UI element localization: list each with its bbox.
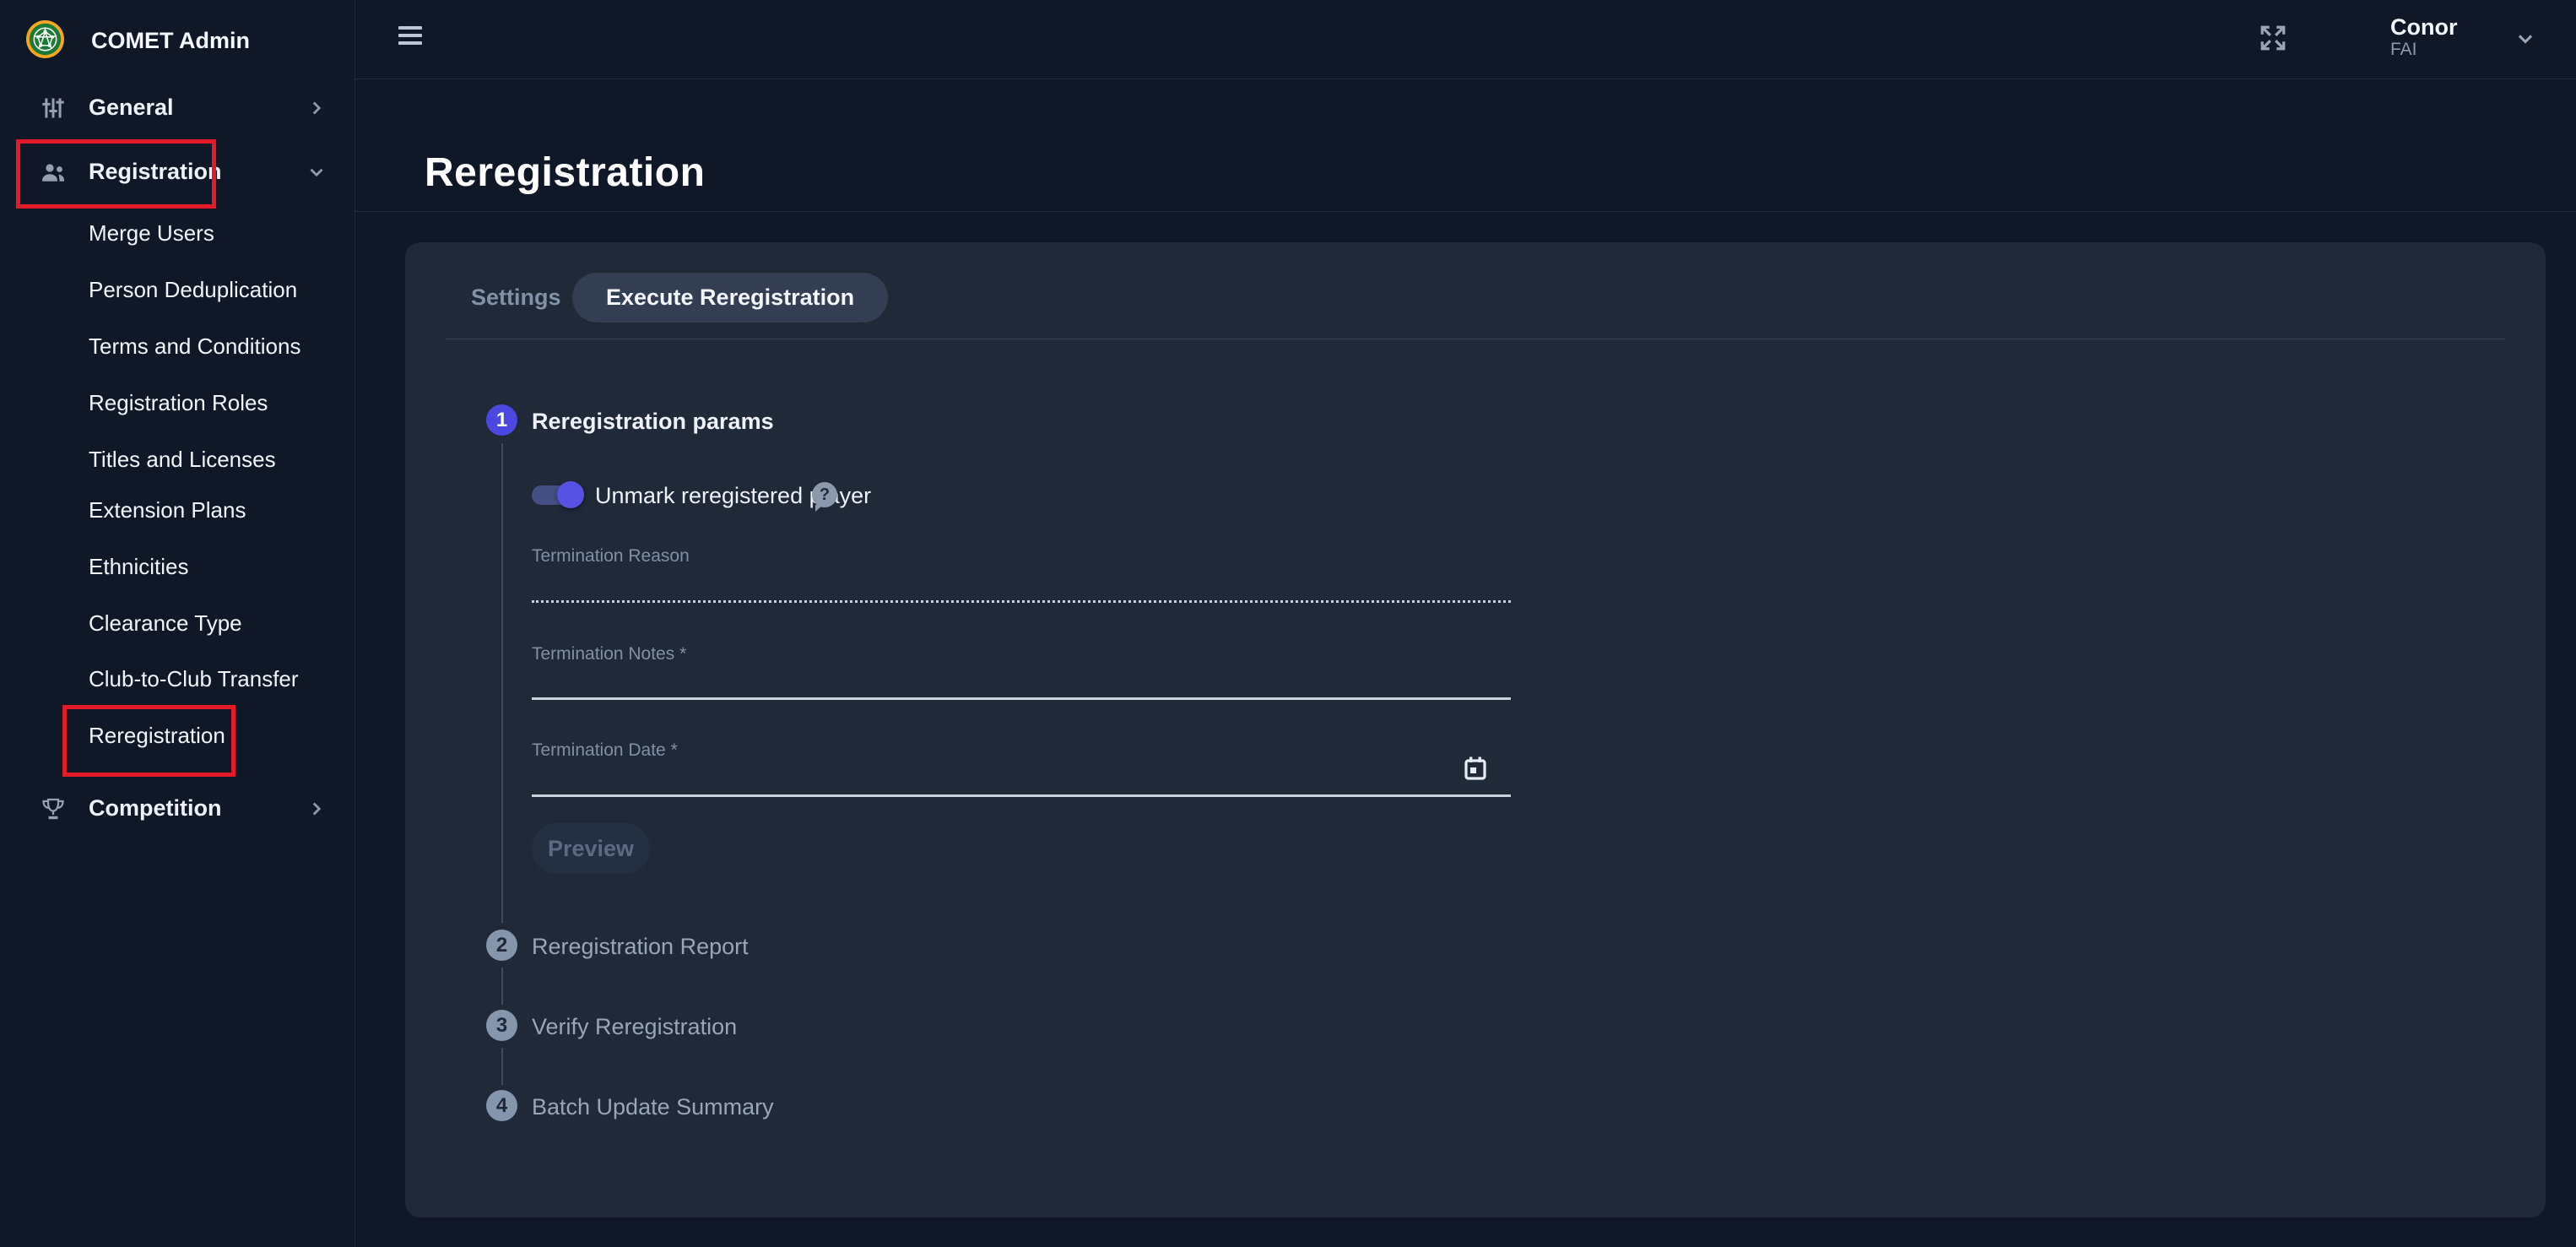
toggle-thumb bbox=[557, 481, 584, 508]
termination-date-label: Termination Date * bbox=[532, 740, 678, 761]
step-1-badge: 1 bbox=[486, 404, 517, 436]
step-2-badge: 2 bbox=[486, 930, 517, 961]
chevron-right-icon bbox=[306, 798, 327, 820]
reregistration-card: Settings Execute Reregistration 1 Reregi… bbox=[405, 242, 2546, 1217]
step-4-label: Batch Update Summary bbox=[532, 1094, 774, 1120]
chevron-right-icon bbox=[306, 97, 327, 119]
step-connector bbox=[501, 1048, 503, 1085]
brand-title: COMET Admin bbox=[91, 28, 250, 54]
step-connector bbox=[501, 968, 503, 1005]
step-2-label: Reregistration Report bbox=[532, 934, 749, 960]
user-org: FAI bbox=[2390, 40, 2457, 60]
topbar: Conor FAI bbox=[354, 0, 2576, 79]
comet-logo-icon bbox=[25, 19, 65, 59]
step-3-badge: 3 bbox=[486, 1010, 517, 1041]
sidebar-item-general[interactable]: General bbox=[0, 84, 354, 130]
termination-date-underline bbox=[532, 794, 1511, 797]
tune-icon bbox=[41, 95, 66, 121]
sidebar-item-extension-plans[interactable]: Extension Plans bbox=[0, 486, 354, 532]
termination-notes-input[interactable] bbox=[532, 666, 1514, 702]
sidebar-item-person-deduplication[interactable]: Person Deduplication bbox=[0, 266, 354, 312]
termination-notes-label: Termination Notes * bbox=[532, 644, 686, 664]
sidebar: COMET Admin General Registration bbox=[0, 0, 355, 1247]
termination-reason-select[interactable] bbox=[532, 568, 1514, 604]
preview-button[interactable]: Preview bbox=[532, 823, 650, 874]
comet-admin-app: COMET Admin General Registration bbox=[0, 0, 2576, 1247]
step-4-badge: 4 bbox=[486, 1090, 517, 1121]
annotation-box-registration bbox=[16, 139, 216, 209]
step-1-label: Reregistration params bbox=[532, 409, 774, 435]
trophy-icon bbox=[41, 796, 66, 821]
sidebar-item-clearance-type[interactable]: Clearance Type bbox=[0, 599, 354, 645]
sidebar-item-terms-and-conditions[interactable]: Terms and Conditions bbox=[0, 323, 354, 368]
tab-execute-reregistration[interactable]: Execute Reregistration bbox=[572, 273, 888, 323]
user-menu[interactable]: Conor FAI bbox=[2390, 14, 2457, 60]
unmark-reregistered-player-toggle[interactable] bbox=[532, 485, 582, 505]
termination-reason-label: Termination Reason bbox=[532, 546, 690, 567]
step-connector bbox=[501, 443, 503, 923]
sidebar-item-registration-roles[interactable]: Registration Roles bbox=[0, 379, 354, 425]
sidebar-item-merge-users[interactable]: Merge Users bbox=[0, 209, 354, 255]
page-title: Reregistration bbox=[425, 149, 705, 196]
sidebar-item-ethnicities[interactable]: Ethnicities bbox=[0, 543, 354, 588]
sidebar-item-label: Competition bbox=[89, 795, 221, 821]
brand: COMET Admin bbox=[0, 0, 354, 79]
termination-reason-underline bbox=[532, 600, 1511, 603]
help-icon[interactable]: ? bbox=[812, 482, 837, 507]
step-3-label: Verify Reregistration bbox=[532, 1014, 737, 1040]
sidebar-item-titles-and-licenses[interactable]: Titles and Licenses bbox=[0, 436, 354, 481]
calendar-icon[interactable] bbox=[1464, 756, 1487, 781]
sidebar-item-competition[interactable]: Competition bbox=[0, 785, 354, 831]
termination-date-input[interactable] bbox=[532, 762, 1514, 798]
chevron-down-icon[interactable] bbox=[2514, 27, 2537, 51]
sidebar-item-club-to-club-transfer[interactable]: Club-to-Club Transfer bbox=[0, 655, 354, 701]
sidebar-item-label: General bbox=[89, 95, 174, 121]
chevron-down-icon bbox=[306, 161, 327, 183]
header-divider bbox=[355, 211, 2576, 212]
menu-toggle-icon[interactable] bbox=[398, 26, 422, 50]
annotation-box-reregistration bbox=[62, 705, 235, 777]
fullscreen-icon[interactable] bbox=[2259, 24, 2287, 52]
tab-settings[interactable]: Settings bbox=[446, 273, 587, 323]
user-name: Conor bbox=[2390, 14, 2457, 40]
termination-notes-underline bbox=[532, 697, 1511, 700]
